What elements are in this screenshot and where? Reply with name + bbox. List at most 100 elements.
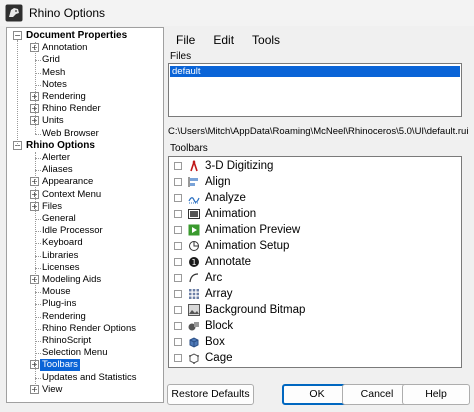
toolbar-row[interactable]: Array [169,286,461,302]
tree-item[interactable]: + Rendering [7,91,163,103]
animation-setup-icon [188,240,200,252]
tree-item[interactable]: + Modeling Aids [7,274,163,286]
tree-item-label: Plug-ins [42,298,77,310]
tree-item[interactable]: Aliases [7,164,163,176]
tree-item[interactable]: Idle Processor [7,225,163,237]
tree-item[interactable]: RhinoScript [7,335,163,347]
tree-item[interactable]: Selection Menu [7,347,163,359]
tree-item[interactable]: Alerter [7,152,163,164]
toolbar-label: Animation Setup [205,240,290,252]
toolbar-checkbox[interactable] [174,290,182,298]
toolbar-checkbox[interactable] [174,178,182,186]
tree-item[interactable]: + Context Menu [7,189,163,201]
tree-connector [35,152,36,390]
tree-item[interactable]: Notes [7,79,163,91]
toolbar-row[interactable]: Block [169,318,461,334]
tree-item-label: Modeling Aids [42,274,102,285]
toolbar-label: 3-D Digitizing [205,160,274,172]
tree-item-label: Appearance [42,176,94,188]
tree-item[interactable]: + Rhino Render [7,103,163,115]
toolbar-label: Arc [205,272,223,284]
tree-item[interactable]: Updates and Statistics [7,372,163,384]
tree-item-label: Units [42,115,64,127]
tree-item[interactable]: + Files [7,201,163,213]
tree-item-label: Mouse [42,286,71,298]
toolbar-checkbox[interactable] [174,338,182,346]
tree-item[interactable]: Plug-ins [7,298,163,310]
tree-item[interactable]: + Annotation [7,42,163,54]
tree-item[interactable]: + View [7,384,163,396]
tree-item-label: Web Browser [42,127,99,139]
toolbar-label: Background Bitmap [205,304,306,316]
toolbar-checkbox[interactable] [174,210,182,218]
restore-defaults-button[interactable]: Restore Defaults [167,384,254,405]
tree-item[interactable]: Mesh [7,67,163,79]
tree-item-label: View [42,383,63,395]
toolbar-label: Animation [205,208,257,220]
toolbar-row[interactable]: Align [169,174,461,190]
toolbar-checkbox[interactable] [174,354,182,362]
tree-item-label: Aliases [42,164,73,176]
files-label: Files [170,51,192,62]
title-bar: Rhino Options [0,0,474,26]
toolbar-row[interactable]: Cage [169,350,461,366]
rhino-app-icon [5,4,23,22]
toolbar-row[interactable]: Animation [169,206,461,222]
annotate-icon: 1 [188,256,200,268]
files-list[interactable]: default [168,63,462,117]
tree-item[interactable]: Licenses [7,262,163,274]
collapse-icon[interactable]: − [13,31,22,40]
tree-item-label: Selection Menu [42,347,108,359]
tree-item[interactable]: General [7,213,163,225]
toolbar-checkbox[interactable] [174,258,182,266]
toolbar-checkbox[interactable] [174,162,182,170]
tree-connector [35,42,36,134]
tree-item-label: Updates and Statistics [42,371,137,383]
toolbars-list[interactable]: 3-D Digitizing Align Analyze Animation Anima… [168,156,462,368]
background-bitmap-icon [188,304,200,316]
tree-item[interactable]: + Units [7,115,163,127]
toolbar-checkbox[interactable] [174,242,182,250]
tree-item-label: Mesh [42,66,66,78]
tree-item[interactable]: Libraries [7,250,163,262]
tree-item[interactable]: Grid [7,54,163,66]
window-title: Rhino Options [29,6,106,20]
toolbar-checkbox[interactable] [174,274,182,282]
toolbar-row[interactable]: Box [169,334,461,350]
tree-item-label: Annotation [42,42,88,54]
cage-icon [188,352,200,364]
tree-item-label: Rhino Render Options [42,322,136,334]
tree-item-label: Rendering [42,310,86,322]
tree-item[interactable]: + Toolbars [7,359,163,372]
tree-item-label: Files [42,200,63,212]
toolbar-checkbox[interactable] [174,306,182,314]
toolbar-label: Align [205,176,231,188]
tree-item[interactable]: + Appearance [7,176,163,188]
help-button[interactable]: Help [402,384,470,405]
menu-tools[interactable]: Tools [252,33,280,47]
toolbar-row[interactable]: 3-D Digitizing [169,158,461,174]
tree-item-label: Rhino Render [42,103,101,115]
tree-item[interactable]: Rendering [7,311,163,323]
tree-item[interactable]: − Rhino Options [7,140,163,152]
svg-text:1: 1 [191,258,196,267]
options-tree[interactable]: − Document Properties + Annotation Grid Mesh N… [6,27,164,403]
toolbar-checkbox[interactable] [174,194,182,202]
toolbar-row[interactable]: Arc [169,270,461,286]
block-icon [188,320,200,332]
toolbar-row[interactable]: Analyze [169,190,461,206]
menu-file[interactable]: File [176,33,195,47]
menu-edit[interactable]: Edit [213,33,234,47]
tree-item[interactable]: Keyboard [7,237,163,249]
files-item-default[interactable]: default [170,66,460,77]
toolbar-row[interactable]: 1 Annotate [169,254,461,270]
tree-item[interactable]: Mouse [7,286,163,298]
tree-item[interactable]: − Document Properties [7,30,163,42]
tree-item[interactable]: Web Browser [7,128,163,140]
toolbar-checkbox[interactable] [174,322,182,330]
toolbar-row[interactable]: Animation Setup [169,238,461,254]
toolbar-row[interactable]: Background Bitmap [169,302,461,318]
toolbar-row[interactable]: Animation Preview [169,222,461,238]
tree-item[interactable]: Rhino Render Options [7,323,163,335]
toolbar-checkbox[interactable] [174,226,182,234]
